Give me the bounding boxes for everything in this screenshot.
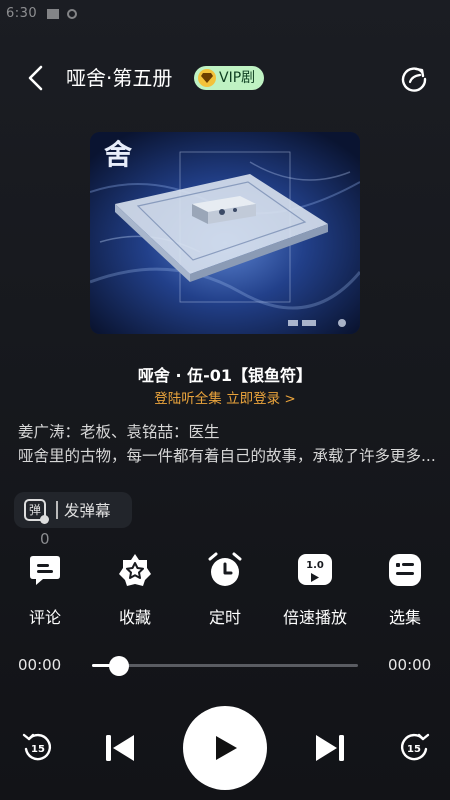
- play-button[interactable]: [183, 706, 267, 790]
- forward-icon: 15: [400, 733, 430, 761]
- comment-icon: [25, 550, 65, 590]
- skip-next-icon: [316, 735, 344, 761]
- notification-icon: [47, 8, 60, 19]
- playback-speed-label: 倍速播放: [282, 608, 347, 627]
- episode-description[interactable]: 哑舍里的古物，每一件都有着自己的故事，承载了许多更多...: [18, 444, 438, 468]
- alarm-clock-icon: [205, 550, 245, 590]
- episode-list-icon: [385, 550, 425, 590]
- login-link[interactable]: 立即登录 >: [226, 391, 296, 407]
- share-icon[interactable]: [400, 64, 428, 92]
- previous-button[interactable]: [102, 730, 138, 766]
- send-danmu-label: 发弹幕: [64, 502, 111, 520]
- diamond-icon: [198, 69, 216, 87]
- forward-seconds: 15: [407, 744, 421, 755]
- total-time: 00:00: [388, 656, 432, 674]
- cast-info: 姜广涛：老板、袁铭喆：医生: [18, 423, 220, 441]
- login-prompt[interactable]: 登陆听全集 立即登录 >: [0, 387, 450, 407]
- current-time: 00:00: [18, 656, 62, 674]
- comment-button[interactable]: 评论: [0, 550, 90, 628]
- status-time: 6:30: [6, 6, 38, 21]
- divider: [56, 501, 58, 519]
- page-title: 哑舍·第五册: [66, 66, 173, 90]
- play-icon: [216, 736, 237, 760]
- comment-label: 评论: [28, 608, 61, 627]
- send-danmu-button[interactable]: 弹 发弹幕: [14, 492, 132, 528]
- playback-speed-button[interactable]: 1.0 倍速播放: [270, 550, 360, 628]
- episode-select-label: 选集: [388, 608, 421, 627]
- status-bar: 6:30: [6, 6, 78, 21]
- danmu-icon: 弹: [24, 499, 49, 524]
- comment-count: 0: [40, 530, 50, 548]
- progress-track[interactable]: [92, 664, 358, 667]
- next-button[interactable]: [312, 730, 348, 766]
- rewind-seconds: 15: [31, 744, 45, 755]
- sync-icon: [67, 8, 78, 19]
- vip-badge[interactable]: VIP剧: [194, 66, 265, 90]
- rewind-15-button[interactable]: 15: [20, 730, 56, 766]
- progress-knob[interactable]: [109, 656, 129, 676]
- episode-title: 哑舍 · 伍-01【银鱼符】: [137, 366, 313, 385]
- vip-badge-label: VIP剧: [219, 70, 256, 86]
- timer-label: 定时: [208, 608, 241, 627]
- favorite-button[interactable]: 收藏: [90, 550, 180, 628]
- star-icon: [115, 550, 155, 590]
- svg-text:舍: 舍: [104, 138, 132, 171]
- episode-select-button[interactable]: 选集: [360, 550, 450, 628]
- rewind-icon: 15: [22, 733, 52, 761]
- album-cover: 舍: [90, 132, 360, 334]
- login-prompt-text: 登陆听全集: [154, 391, 222, 407]
- skip-previous-icon: [106, 735, 134, 761]
- speed-icon: 1.0: [295, 550, 335, 590]
- favorite-label: 收藏: [118, 608, 151, 627]
- timer-button[interactable]: 定时: [180, 550, 270, 628]
- speed-badge: 1.0: [306, 560, 324, 571]
- forward-15-button[interactable]: 15: [396, 730, 432, 766]
- back-arrow-icon[interactable]: [24, 64, 50, 92]
